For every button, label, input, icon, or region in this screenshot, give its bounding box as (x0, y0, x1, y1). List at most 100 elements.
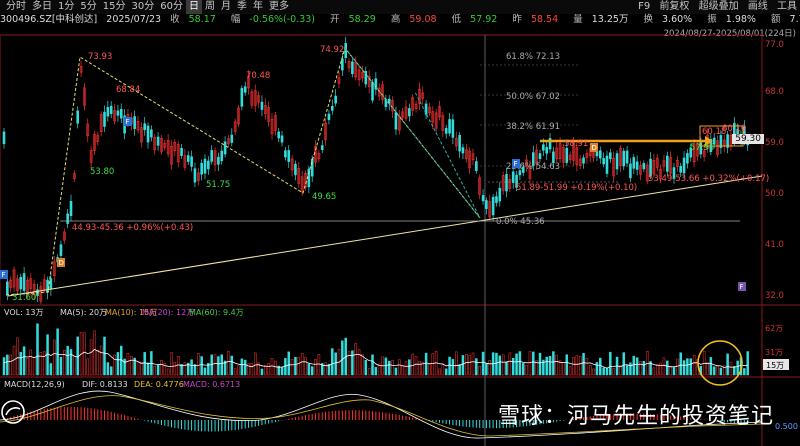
volume-bar (508, 352, 512, 376)
volume-bar (592, 368, 595, 376)
volume-bar (679, 352, 682, 376)
volume-bar (351, 350, 354, 376)
volume-bar (89, 339, 93, 376)
gap3-label: 53.49-53.66 +0.32%(+0.17) (648, 174, 769, 184)
marker-f-2: F (126, 118, 130, 126)
candle-body (444, 128, 448, 134)
peak4-label: 74.92 (320, 45, 344, 55)
candle-body (665, 155, 669, 172)
volume-bar (505, 361, 508, 376)
candle-body (2, 131, 6, 145)
fib-lines (480, 64, 580, 167)
volume-bar (404, 361, 408, 376)
volume-bar (374, 367, 378, 376)
volume-bar (733, 366, 736, 376)
volume-bar (29, 349, 33, 376)
volume-bar (99, 345, 103, 376)
volume-bar (153, 365, 156, 376)
volume-bar (280, 366, 284, 376)
candle-body (334, 95, 337, 104)
volume-bar (230, 355, 234, 376)
volume-bar (126, 353, 130, 376)
volume-bar (682, 360, 686, 376)
volume-bar (166, 368, 170, 376)
volume-bar (692, 354, 696, 376)
volume-bar (2, 357, 6, 376)
volume-bar (438, 368, 441, 376)
price-tick-6: 32.0 (765, 291, 784, 301)
candle-body (200, 162, 203, 175)
peak1-label: 73.93 (88, 52, 112, 62)
volume-bar (304, 357, 307, 376)
volume-bar (391, 360, 394, 376)
volume-bar (578, 356, 582, 376)
candle-body (622, 150, 626, 167)
volume-bar (324, 362, 327, 376)
volume-bar (243, 359, 247, 376)
volume-bar (605, 367, 609, 376)
candle-body (277, 131, 281, 139)
volume-bar (709, 357, 713, 376)
candle-body (605, 155, 609, 174)
kline-chart[interactable]: 73.93 68.84 70.48 74.92 31.60 53.80 51.7… (0, 0, 800, 446)
volume-bar (538, 352, 542, 376)
volume-bar (240, 358, 244, 376)
candle-body (371, 82, 374, 101)
candle-body (625, 150, 629, 164)
volume-bar (515, 353, 518, 376)
volume-bar (6, 354, 9, 376)
volume-bar (274, 360, 277, 376)
candle-body (103, 111, 106, 127)
vol-tick-1: 62万 (765, 324, 783, 333)
gap1-label: 44.93-45.36 +0.96%(+0.43) (72, 223, 193, 233)
volume-bar (183, 362, 187, 376)
volume-bar (96, 349, 100, 376)
candle-body (582, 157, 585, 164)
volume-bar (656, 364, 659, 376)
macd-header: MACD(12,26,9) (4, 380, 65, 389)
price-tick-4: 50.0 (765, 189, 784, 199)
volume-bar (294, 356, 297, 376)
volume-bar (170, 352, 173, 376)
volume-bar (116, 352, 120, 376)
volume-bar (136, 361, 140, 376)
candle-body (6, 281, 9, 295)
vol-ma5: MA(5): 20万 (60, 308, 107, 317)
candle-body (595, 151, 599, 157)
volume-bar (706, 361, 709, 376)
candle-body (193, 168, 197, 183)
volume-bar (146, 362, 150, 376)
volume-bar (140, 361, 143, 376)
volume-bar (190, 359, 193, 376)
volume-bar (602, 367, 605, 376)
candle-body (146, 125, 150, 143)
candle-body (143, 123, 146, 130)
candle-body (491, 196, 495, 216)
volume-bar (558, 360, 562, 376)
candle-body (180, 147, 183, 156)
candle-body (686, 153, 689, 164)
volume-bar (63, 350, 66, 376)
candle-body (461, 147, 465, 154)
volume-bar (528, 351, 532, 376)
candle-body (223, 141, 227, 155)
volume-bar (498, 355, 502, 376)
gap2-label: 51.89-51.99 +0.19%(+0.10) (516, 183, 637, 193)
volume-bar (589, 365, 592, 376)
candle-body (46, 279, 49, 293)
volume-bar (213, 354, 217, 376)
volume-bar (217, 356, 220, 376)
marker-d-1: D (59, 259, 64, 267)
volume-bar (568, 366, 572, 376)
candle-body (49, 278, 53, 290)
volume-bar (42, 351, 46, 376)
peak3-label: 70.48 (246, 71, 270, 81)
candle-body (351, 61, 354, 75)
volume-bar (632, 355, 636, 376)
volume-bar (686, 358, 689, 376)
low4-label: 49.65 (312, 192, 336, 202)
volume-bar (562, 362, 565, 376)
candle-body (320, 145, 324, 150)
candle-body (542, 144, 545, 151)
volume-bar (659, 362, 662, 376)
